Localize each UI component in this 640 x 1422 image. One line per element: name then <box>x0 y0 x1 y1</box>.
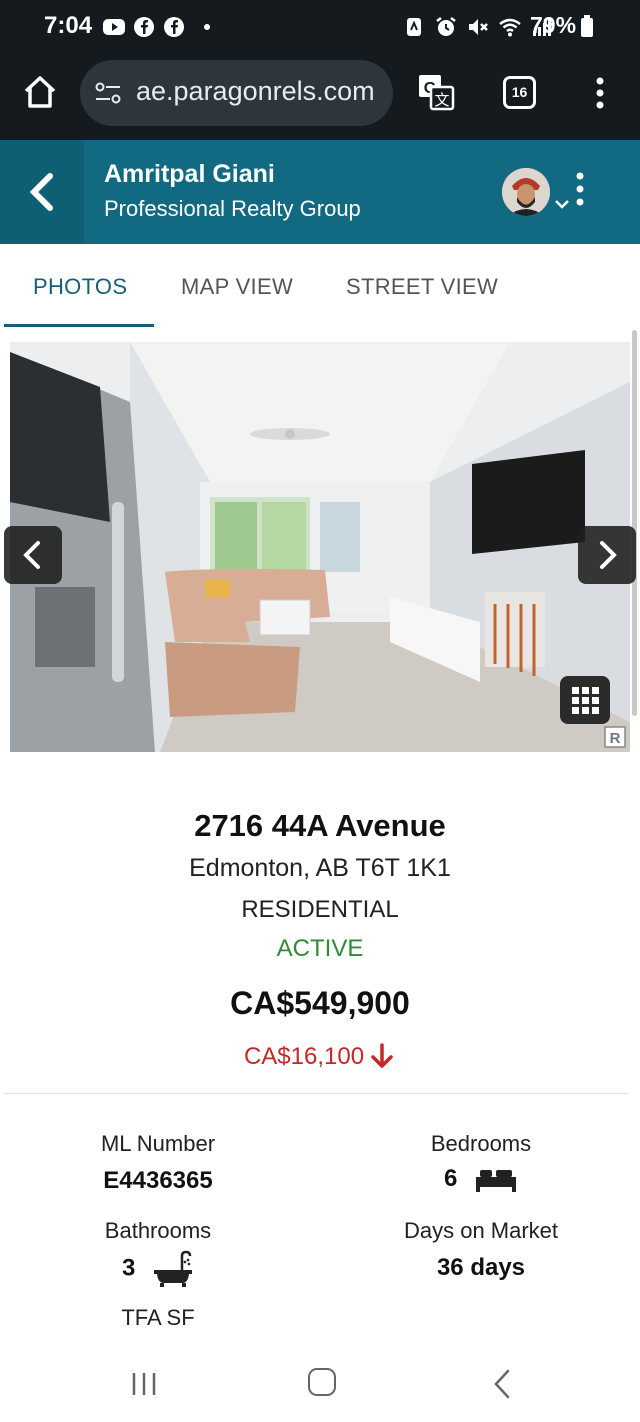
nfc-icon <box>407 18 421 36</box>
translate-icon[interactable]: G文 <box>416 72 456 112</box>
bathrooms-stat: 3 <box>38 1250 278 1288</box>
alarm-icon <box>436 17 456 36</box>
days-on-market-label: Days on Market <box>403 1218 559 1243</box>
property-type: RESIDENTIAL <box>241 896 399 923</box>
previous-photo-button[interactable] <box>4 526 62 584</box>
view-tabs: PHOTOS MAP VIEW STREET VIEW <box>0 244 640 328</box>
grid-icon <box>572 687 599 714</box>
scrollbar[interactable] <box>632 330 637 716</box>
section-divider <box>4 1093 628 1094</box>
url-text: ae.paragonrels.com <box>136 76 375 106</box>
tab-photos[interactable]: PHOTOS <box>33 274 127 300</box>
more-options-icon[interactable] <box>572 170 588 210</box>
mute-icon <box>469 19 488 35</box>
bathtub-icon <box>154 1250 193 1287</box>
tab-street-view[interactable]: STREET VIEW <box>346 274 498 300</box>
tab-switcher-button[interactable]: 16 <box>503 76 536 109</box>
bedrooms-value: 6 <box>443 1165 458 1192</box>
listing-price: CA$549,900 <box>230 985 410 1021</box>
home-icon[interactable] <box>20 72 60 112</box>
tab-map-view[interactable]: MAP VIEW <box>181 274 293 300</box>
site-settings-icon[interactable] <box>94 81 122 105</box>
agent-name: Amritpal Giani <box>104 160 275 188</box>
listing-city: Edmonton, AB T6T 1K1 <box>189 854 451 882</box>
agent-avatar[interactable] <box>502 168 550 216</box>
recent-apps-icon[interactable] <box>130 1370 158 1398</box>
listing-address: 2716 44A Avenue <box>194 808 446 843</box>
bedrooms-stat: 6 <box>361 1165 601 1193</box>
bedrooms-label: Bedrooms <box>430 1131 532 1156</box>
agent-company: Professional Realty Group <box>104 196 361 221</box>
arrow-down-icon <box>371 1043 393 1068</box>
back-nav-icon[interactable] <box>492 1368 512 1400</box>
home-nav-button[interactable] <box>308 1368 336 1396</box>
notification-icons <box>102 15 210 39</box>
ml-number-value: E4436365 <box>103 1167 213 1194</box>
avatar-image <box>502 168 550 216</box>
status-bar: 7:04 79% <box>0 0 640 54</box>
wifi-icon <box>499 18 521 37</box>
ml-number-label: ML Number <box>100 1131 216 1156</box>
youtube-icon <box>103 19 125 35</box>
active-tab-indicator <box>4 324 154 327</box>
browser-toolbar: ae.paragonrels.com G文 16 <box>0 54 640 140</box>
price-change: CA$16,100 <box>0 1042 640 1071</box>
browser-menu-icon[interactable] <box>588 74 612 112</box>
next-photo-button[interactable] <box>578 526 636 584</box>
url-bar[interactable]: ae.paragonrels.com <box>80 60 393 126</box>
price-change-amount: CA$16,100 <box>243 1043 365 1070</box>
facebook-icon <box>134 17 154 37</box>
listing-photo[interactable] <box>10 342 630 752</box>
days-on-market-value: 36 days <box>436 1254 526 1281</box>
realtor-logo-icon: R <box>604 726 626 748</box>
chevron-down-icon[interactable] <box>554 198 570 210</box>
chevron-right-icon <box>600 541 617 569</box>
more-notifications-dot <box>204 24 210 30</box>
chevron-left-icon <box>29 173 53 211</box>
battery-percent: 79% <box>530 12 577 38</box>
bed-icon <box>476 1169 517 1192</box>
app-screen: 7:04 79% ae.paragonrels.com G文 16 <box>0 0 640 1422</box>
listing-status: ACTIVE <box>276 935 364 962</box>
svg-text:R: R <box>610 730 621 747</box>
agent-header: Amritpal Giani Professional Realty Group <box>0 140 640 244</box>
bathrooms-value: 3 <box>121 1254 136 1282</box>
facebook-icon <box>164 17 184 37</box>
battery-icon <box>581 14 594 37</box>
chevron-left-icon <box>23 541 40 569</box>
photo-grid-button[interactable] <box>560 676 610 724</box>
tfa-sf-label: TFA SF <box>121 1305 195 1330</box>
svg-text:文: 文 <box>434 91 449 109</box>
back-button[interactable] <box>0 140 84 244</box>
system-navigation-bar <box>0 1346 640 1422</box>
status-time: 7:04 <box>44 12 93 39</box>
battery-indicator: 79% <box>530 12 594 39</box>
bathrooms-label: Bathrooms <box>104 1218 212 1243</box>
living-room-image <box>10 342 630 752</box>
